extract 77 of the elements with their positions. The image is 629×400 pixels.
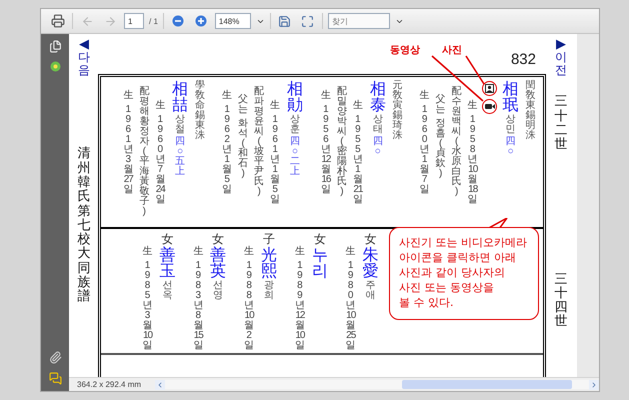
person-name: 누리: [310, 247, 329, 279]
previous-page-link[interactable]: ▶ 이전: [555, 38, 567, 78]
name-reading: 상태: [372, 115, 384, 135]
next-page-link[interactable]: ◀ 다음: [78, 38, 90, 78]
zoom-out-icon: [172, 15, 184, 27]
left-arrow-icon: [80, 14, 94, 28]
spouse-birth-date: 生 1961년3월27일: [122, 91, 134, 195]
person-name: 善玉: [158, 247, 176, 279]
zoom-field[interactable]: 148%: [214, 13, 251, 29]
relation-label: 女: [364, 233, 378, 245]
father-name: 父는 정흠(貞欽): [434, 95, 447, 179]
annotation-label: 동영상: [390, 44, 420, 57]
birth-date: 生 1960년7월24일: [154, 101, 166, 205]
birth-date: 生 1958년10월18일: [466, 101, 479, 205]
name-reading: 상민: [504, 115, 517, 135]
scrollbar-thumb[interactable]: [402, 380, 572, 389]
generation-label: 三十四世: [554, 272, 568, 330]
spouse-birth-date: 生 1962년1월5일: [221, 91, 234, 195]
birth-date: 生 1985년3월10일: [142, 247, 154, 351]
video-camera-icon[interactable]: [484, 103, 495, 110]
page-reference: 四○五上: [174, 137, 186, 177]
spouse-birth-date: 生 1960년1월7일: [418, 91, 431, 195]
father-name: 父는 화석(和石): [237, 95, 250, 179]
spouse-birth-date: 生 1956년12월16일: [320, 91, 332, 195]
right-arrow-icon: [104, 14, 116, 28]
name-reading: 상철: [174, 115, 186, 135]
name-reading: 상훈: [289, 115, 301, 135]
name-reading: 선영: [212, 281, 224, 301]
book-title: 清州韓氏第七校大同族譜: [78, 147, 90, 305]
birth-date: 生 1983년8월15일: [192, 247, 204, 351]
page-number-field[interactable]: 1: [124, 13, 144, 29]
lineage-text: 學敎命錫東洙: [194, 81, 206, 141]
page-total: / 1: [149, 16, 158, 26]
fit-page-icon: [301, 14, 314, 28]
page-reference: 四○: [372, 137, 384, 157]
page-reference: 四○: [504, 137, 517, 157]
relation-label: 子: [262, 233, 276, 245]
lineage-text: 元敎寅錫琦洙: [392, 81, 404, 141]
birth-date: 生 1955년1월21일: [352, 101, 364, 205]
page-reference: 四○二上: [289, 137, 301, 177]
callout-text: 사진기 또는 비디오카메라 아이콘을 클릭하면 아래 사진과 같이 당사자의 사진 또는 동영상을 볼 수 있다.: [399, 235, 528, 310]
page-number: 832: [510, 50, 536, 68]
printer-icon: [51, 14, 65, 28]
photo-icon[interactable]: [485, 84, 494, 93]
name-reading: 주애: [364, 281, 377, 301]
birth-date: 生 1988년10월2일: [243, 247, 256, 351]
relation-label: 女: [211, 233, 226, 245]
search-field[interactable]: 찾기: [328, 13, 390, 29]
person-name: 相珉: [502, 81, 520, 113]
name-reading: 선옥: [161, 281, 174, 301]
spouse-name: 配파평윤씨(坡平尹氏): [253, 87, 266, 197]
spouse-name: 配수원백씨(水原白氏): [450, 87, 463, 197]
person-name: 朱愛: [362, 247, 380, 279]
birth-date: 生 1961년1월5일: [269, 101, 282, 205]
birth-date: 生 1989년12월10일: [294, 247, 306, 351]
birth-date: 生 1980년10월25일: [344, 247, 357, 351]
print-button[interactable]: [49, 12, 67, 30]
page-size-text: 364.2 x 292.4 mm: [76, 380, 142, 389]
target-icon[interactable]: [50, 61, 60, 72]
person-name: 善英: [209, 247, 228, 279]
pages-icon[interactable]: [48, 40, 62, 53]
person-name: 相勛: [286, 81, 304, 113]
relation-label: 女: [160, 233, 174, 245]
person-name: 相泰: [368, 81, 387, 113]
zoom-in-icon: [194, 15, 207, 27]
spouse-name: 配밀양박씨(密陽朴氏): [336, 87, 348, 197]
comments-icon[interactable]: [48, 372, 62, 385]
spouse-name: 配평해황정자(平海黃敬子): [138, 87, 150, 217]
lineage-text: 閏敎東錫明洙: [524, 81, 536, 141]
annotation-label: 사진: [442, 44, 462, 57]
right-chevron-icon: [590, 380, 598, 388]
relation-label: 女: [312, 233, 327, 245]
person-name: 光熙: [260, 247, 278, 279]
generation-label: 三十二世: [554, 95, 568, 153]
person-name: 相喆: [171, 81, 190, 113]
name-reading: 광희: [263, 281, 275, 301]
paperclip-icon[interactable]: [48, 351, 62, 364]
